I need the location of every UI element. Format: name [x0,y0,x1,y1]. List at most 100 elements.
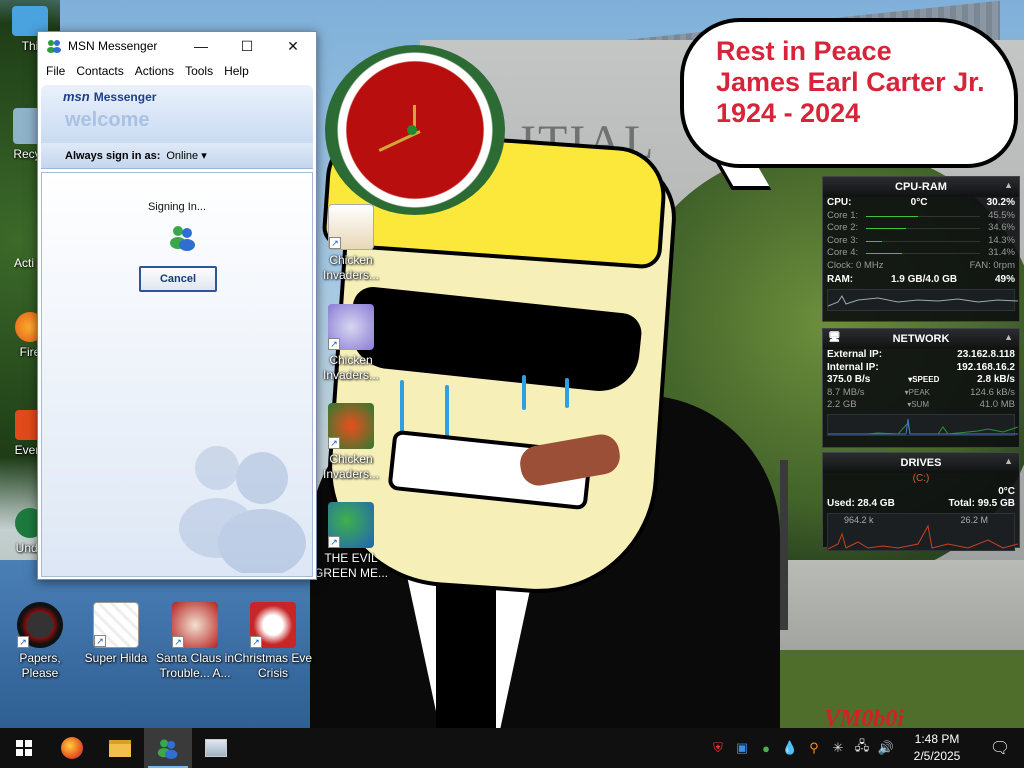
shortcut-arrow-icon: ↗ [172,636,184,648]
tray-snowflake-icon[interactable]: ✳ [826,728,850,768]
status-value: Online [166,150,199,162]
super-hilda-icon: ↗ [93,602,139,648]
msn-buddy-icon [47,40,61,53]
speed-row: 375.0 B/s ▾SPEED 2.8 kB/s [823,374,1019,387]
menu-help[interactable]: Help [220,64,256,78]
peak-row: 8.7 MB/s ▾PEAK 124.6 kB/s [823,387,1019,400]
notification-center-button[interactable]: 🗨 [976,728,1024,768]
shortcut-arrow-icon: ↗ [250,636,262,648]
external-ip-row: External IP: 23.162.8.118 [823,349,1019,362]
gadget-header: CPU-RAM ▲ [823,177,1019,197]
desktop-icon-chicken-invaders-3[interactable]: ↗ Chicken Invaders... [311,403,391,482]
taskbar-file-explorer[interactable] [96,728,144,768]
network-graph [827,413,1018,436]
taskbar-control-panel[interactable] [192,728,240,768]
desktop-icon-chicken-invaders-2[interactable]: ↗ Chicken Invaders... [311,304,391,383]
sum-label-text: SUM [911,400,929,409]
window-title: MSN Messenger [68,39,158,53]
control-panel-icon [205,739,227,757]
core-value: 45.5% [988,209,1015,221]
desktop-icon-santa-claus[interactable]: ↗ Santa Claus in Trouble... A... [155,602,235,681]
taskbar-clock[interactable]: 1:48 PM 2/5/2025 [898,731,976,765]
ram-used: 1.9 GB/4.0 GB [890,274,958,285]
tear [522,375,526,410]
collapse-icon[interactable]: ▲ [1004,180,1013,190]
desktop-icon-chicken-invaders-1[interactable]: ↗ Chicken Invaders... [311,204,391,283]
collapse-icon[interactable]: ▲ [1004,332,1013,342]
upload-speed: 2.8 kB/s [977,374,1015,385]
desktop-icon-label: Santa Claus in Trouble... A... [155,651,235,680]
bubble-line: James Earl Carter Jr. [716,67,985,97]
minimize-icon: — [194,38,208,54]
network-icon[interactable]: 🖧 [850,728,874,768]
menu-file[interactable]: File [42,64,72,78]
ram-graph [827,288,1018,311]
signing-in-text: Signing In... [147,201,207,213]
core-row: Core 3: 14.3% [823,235,1019,248]
start-button[interactable] [0,728,48,768]
core-bar [866,253,981,254]
firefox-icon [61,737,83,759]
upload-peak: 124.6 kB/s [970,386,1015,398]
minimize-button[interactable]: — [178,32,224,60]
notification-icon: 🗨 [989,740,1011,757]
taskbar-msn-messenger[interactable] [144,728,192,768]
volume-icon[interactable]: 🔊 [874,728,898,768]
desktop-icon-evil-green-me[interactable]: ↗ THE EVIL GREEN ME... [311,502,391,581]
monitor-icon: 🖥 [828,332,841,343]
core-label: Core 2: [827,222,859,233]
sign-in-status-bar: Always sign in as: Online ▾ [41,143,313,169]
tray-monitor-icon[interactable]: ▣ [730,728,754,768]
speed-label-text: SPEED [912,375,940,384]
status-dropdown[interactable]: Online ▾ [166,149,206,162]
shortcut-arrow-icon: ↗ [94,635,106,647]
christmas-eve-icon: ↗ [250,602,296,648]
peak-label: ▾PEAK [904,387,930,397]
desktop-icon-label: Chicken Invaders... [322,452,380,481]
core-row: Core 1: 45.5% [823,210,1019,223]
tray-drop-icon[interactable]: 💧 [778,728,802,768]
desktop-icon-papers-please[interactable]: ↗ Papers, Please [0,602,80,681]
cancel-button[interactable]: Cancel [139,266,217,292]
menu-tools[interactable]: Tools [181,64,220,78]
drive-usage-row: Used: 28.4 GB Total: 99.5 GB [823,498,1019,511]
speed-label: ▾SPEED [908,375,940,384]
clock-speed: Clock: 0 MHz [827,259,884,271]
core-bar [866,240,981,242]
shortcut-arrow-icon: ↗ [329,237,341,249]
menu-actions[interactable]: Actions [131,64,181,78]
clock-date: 2/5/2025 [913,749,961,763]
core-bar [866,215,981,217]
download-peak: 8.7 MB/s [827,386,865,398]
close-button[interactable]: ✕ [270,32,316,60]
gadget-header: DRIVES ▲ [823,453,1019,473]
msn-messenger-window[interactable]: MSN Messenger — ☐ ✕ File Contacts Action… [37,31,317,580]
maximize-button[interactable]: ☐ [224,32,270,60]
cpu-ram-gadget: CPU-RAM ▲ CPU: 0°C 30.2% Core 1: 45.5% Cor… [822,176,1020,322]
tray-security-icon[interactable]: ⛨ [706,728,730,768]
chicken-invaders-icon: ↗ [328,403,374,449]
menu-contacts[interactable]: Contacts [72,64,130,78]
title-bar[interactable]: MSN Messenger — ☐ ✕ [38,32,316,60]
drive-activity-graph: 964.2 k 26.2 M [827,512,1018,551]
close-icon: ✕ [287,37,299,54]
network-gadget: 🖥 NETWORK ▲ External IP: 23.162.8.118 Inter… [822,328,1020,448]
system-tray: ⛨ ▣ ● 💧 ⚲ ✳ 🖧 🔊 1:48 PM 2/5/2025 🗨 [706,728,1024,768]
taskbar: ⛨ ▣ ● 💧 ⚲ ✳ 🖧 🔊 1:48 PM 2/5/2025 🗨 [0,728,1024,768]
tray-msn-icon[interactable]: ● [754,728,778,768]
ram-value: 49% [994,274,1015,285]
desktop-icon-super-hilda[interactable]: ↗ Super Hilda [76,602,156,666]
gadget-title: DRIVES [900,457,942,469]
drive-total: Total: 99.5 GB [948,498,1016,509]
taskbar-firefox[interactable] [48,728,96,768]
core-label: Core 4: [827,247,859,258]
core-bar [866,228,981,229]
gadget-title: NETWORK [892,333,950,345]
maximize-icon: ☐ [240,37,254,54]
desktop-icon-christmas-eve-crisis[interactable]: ↗ Christmas Eve Crisis [233,602,313,681]
core-row: Core 2: 34.6% [823,222,1019,235]
upload-sum: 41.0 MB [979,399,1015,410]
tray-search-icon[interactable]: ⚲ [802,728,826,768]
internal-ip-row: Internal IP: 192.168.16.2 [823,362,1019,375]
collapse-icon[interactable]: ▲ [1004,456,1013,466]
